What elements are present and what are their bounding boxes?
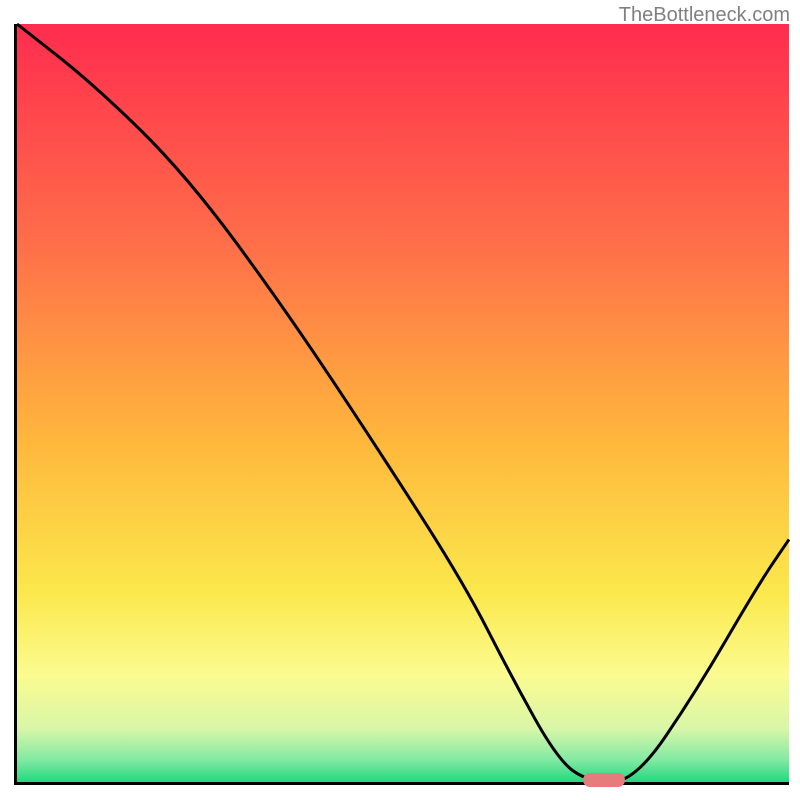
plot-area [14,24,789,785]
curve-layer [17,24,789,782]
watermark-text: TheBottleneck.com [619,4,790,27]
bottleneck-curve [17,24,789,782]
optimum-marker [583,773,625,787]
